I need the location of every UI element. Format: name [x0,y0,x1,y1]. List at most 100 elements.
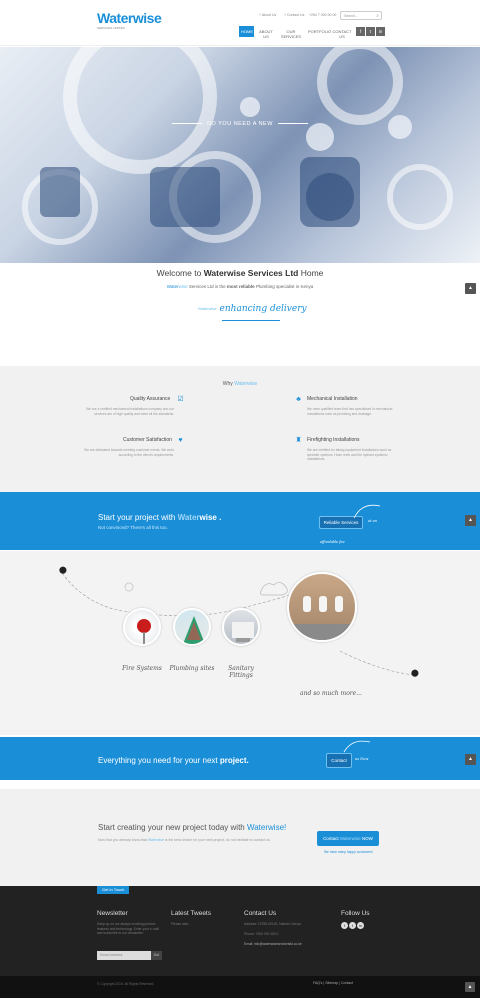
cta-text: Now that you already know that Waterwise… [98,838,298,843]
arrow-doodle-icon [343,740,371,753]
why-title-brand: Waterwise [234,381,258,387]
scroll-top-button[interactable]: ▲ [465,515,476,526]
search-icon[interactable]: ⌕ [376,13,379,19]
band1-title: Start your project with Waterwise . [98,513,221,522]
feature-text-quality: We are a certified mechanical installati… [86,407,174,416]
band2-title-pre: Everything you need for your next [98,756,220,765]
brand-wise: wise [199,513,217,522]
twitter-icon[interactable]: t [366,27,375,36]
scroll-top-button[interactable]: ▲ [465,754,476,765]
tagline-underline [222,320,280,321]
gallery-label-more: and so much more... [300,690,362,697]
facebook-icon[interactable]: f [341,922,348,929]
scroll-top-button[interactable]: ▲ [465,283,476,294]
cta-text-pre: Now that you already know that [98,838,148,842]
nav-portfolio[interactable]: PORTFOLIO [306,26,331,37]
top-link-about[interactable]: + About Us [259,13,276,17]
brand-water: Water [177,513,200,522]
contact-heading: Contact Us [244,910,277,917]
feature-title-mechanical: Mechanical Installation [307,396,358,402]
check-icon: ☑ [177,396,184,403]
bottom-links[interactable]: FAQ's | Sitemap | Contact [313,981,353,985]
search-input[interactable]: Search... ⌕ [340,11,382,20]
nav-about[interactable]: ABOUT US [256,26,276,39]
contact-phone: Phone: +254 700 000 0 [244,932,279,936]
tweets-heading: Latest Tweets [171,910,211,917]
feature-title-customer: Customer Satisfaction [123,437,172,443]
scroll-top-button[interactable]: ▲ [465,982,475,992]
brand-water: Water [203,268,227,278]
gallery-label-plumbing: Plumbing sites [169,665,215,672]
twitter-icon[interactable]: t [349,922,356,929]
contact-email[interactable]: Email: info@waterwiseservicesltd.co.ke [244,942,302,947]
linkedin-icon[interactable]: in [357,922,364,929]
contact-address: Address: 10759-00100, Nairobi, Kenya [244,922,301,926]
extinguisher-icon: ♜ [295,437,302,444]
urinals-photo[interactable] [287,572,357,642]
cta-btn-pre: Contact [323,836,340,841]
band1-subtitle: Not convinced? There's all this too. [98,525,168,530]
band2-title-bold: project. [219,756,249,765]
nav-services[interactable]: OUR SERVICES [278,26,304,39]
plumbing-sites-photo[interactable] [173,608,211,646]
linkedin-icon[interactable]: in [376,27,385,36]
welcome-sub-bold: most reliable [226,284,255,289]
nav-contact[interactable]: CONTACT US [330,26,354,39]
tagline-brand: Waterwise [198,306,217,311]
map-pin-icon: ⬤ [59,567,67,574]
welcome-title-post: Home [298,268,324,278]
hero-caption: DO YOU NEED A NEW [0,121,480,127]
feature-text-customer: We are dedicated towards meeting custome… [84,448,174,457]
logo-subtext: SERVICES LIMITED [97,26,125,30]
start-project-band: Start your project with Waterwise . Not … [0,492,480,550]
logo-text: Waterwise [97,10,162,26]
sanitary-fittings-photo[interactable] [222,608,260,646]
brand-wise: wise [227,268,246,278]
newsletter-email-input[interactable]: Email Address [97,951,151,960]
newsletter-submit-button[interactable]: Go! [151,951,162,960]
facebook-icon[interactable]: f [356,27,365,36]
heart-icon: ♥ [178,437,183,444]
welcome-sub-mid: Services Ltd is the [187,284,227,289]
top-phone: +254 7 000 00 00 [309,13,337,17]
cta-btn-brand: Waterwise [339,836,361,841]
why-title: Why Waterwise [0,381,480,387]
cta-section: Start creating your new project today wi… [0,789,480,886]
cta-title-pre: Start creating your new project today wi… [98,823,247,832]
map-pin-icon: ⬤ [411,670,419,677]
feature-title-quality: Quality Assurance [130,396,171,402]
site-header: Waterwise SERVICES LIMITED + About Us + … [0,0,480,46]
brand-wise: wise [178,284,188,289]
tagline-text: enhancing delivery [219,304,307,314]
feature-text-mechanical: We have qualified team that has speciali… [307,407,393,416]
search-placeholder: Search... [344,14,359,18]
cta-title: Start creating your new project today wi… [98,823,286,832]
bottom-bar: © Copyright 2016. All Rights Reserved. F… [0,976,480,998]
hero-image [22,47,453,245]
welcome-sub-post: Plumbing specialist in Kenya [254,284,314,289]
nav-home[interactable]: HOME [239,26,254,37]
feature-text-fire: We are certified for taking equipment in… [307,448,392,462]
contact-button[interactable]: Contact [326,753,352,768]
hero-slider: DO YOU NEED A NEW [0,47,480,263]
footer-tab[interactable]: Get in Touch [97,886,130,894]
band1-title-pre: Start your project with [98,513,178,522]
fire-systems-photo[interactable] [123,608,161,646]
contact-now-button[interactable]: Contact Waterwise NOW [317,831,379,846]
band2-hand-note: us Now [355,757,369,761]
follow-heading: Follow Us [341,910,370,917]
cta-btn-post: NOW [360,836,373,841]
welcome-title-pre: Welcome to [156,268,204,278]
band1-hand-below: affordable fee [320,540,345,544]
top-link-contact[interactable]: + Contact Us [284,13,304,17]
logo[interactable]: Waterwise SERVICES LIMITED [97,10,162,36]
cta-note: We have many happy customers! [324,850,373,854]
services-gallery: ⬤ ⬤ Fire Systems Plumbing sites Sanitary… [0,551,480,735]
why-section: Why Waterwise Quality Assurance ☑ We are… [0,366,480,492]
welcome-title: Welcome to Waterwise Services Ltd Home [0,268,480,278]
tweets-text: Please wait... [171,922,191,926]
next-project-band: Everything you need for your next projec… [0,737,480,780]
plumbing-icon: ♣ [296,396,301,403]
cta-title-brand: Waterwise! [246,823,287,832]
welcome-title-bold: Services Ltd [245,268,299,278]
